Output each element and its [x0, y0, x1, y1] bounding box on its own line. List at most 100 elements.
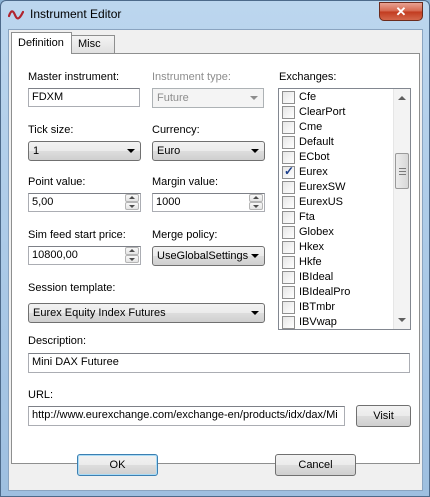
- tab-misc[interactable]: Misc: [71, 35, 115, 53]
- tick-size-value: 1: [33, 145, 40, 157]
- chevron-down-icon: [251, 254, 259, 258]
- currency-label: Currency:: [152, 124, 200, 136]
- master-instrument-label: Master instrument:: [28, 71, 120, 83]
- exchange-item-cfe[interactable]: Cfe: [281, 90, 391, 105]
- checkbox[interactable]: [282, 271, 295, 284]
- definition-panel: Master instrument: FDXM Instrument type:…: [11, 53, 420, 464]
- exchange-item-hkex[interactable]: Hkex: [281, 240, 391, 255]
- window-title: Instrument Editor: [30, 7, 122, 21]
- exchange-item-eurexus[interactable]: EurexUS: [281, 195, 391, 210]
- scroll-down-icon[interactable]: [398, 318, 406, 322]
- point-value-spinner[interactable]: 5,00: [28, 193, 141, 212]
- list-item-label: IBVwap: [299, 316, 337, 328]
- scroll-up-icon[interactable]: [398, 96, 406, 100]
- dialog-client-area: Definition Misc Master instrument: FDXM …: [8, 29, 423, 491]
- list-item-label: Hkfe: [299, 256, 322, 268]
- visit-button[interactable]: Visit: [356, 405, 411, 427]
- checkbox[interactable]: [282, 136, 295, 149]
- master-instrument-input[interactable]: FDXM: [28, 88, 140, 107]
- list-item-label: ClearPort: [299, 106, 346, 118]
- list-item-label: EurexUS: [299, 196, 344, 208]
- chevron-down-icon: [250, 96, 258, 100]
- exchanges-list[interactable]: Cfe ClearPort Cme Default ECbot Eurex Eu…: [278, 88, 411, 330]
- spin-up-icon[interactable]: [249, 194, 263, 202]
- url-input[interactable]: http://www.eurexchange.com/exchange-en/p…: [28, 406, 345, 426]
- instrument-editor-icon: [8, 10, 24, 20]
- exchanges-scrollbar[interactable]: [393, 89, 410, 329]
- checkbox[interactable]: [282, 181, 295, 194]
- exchange-item-ibidealpro[interactable]: IBIdealPro: [281, 285, 391, 300]
- checkmark-icon[interactable]: [282, 164, 295, 179]
- ok-button[interactable]: OK: [77, 454, 158, 476]
- tick-size-label: Tick size:: [28, 124, 74, 136]
- margin-value-value: 1000: [156, 196, 181, 208]
- chevron-down-icon: [251, 311, 259, 315]
- exchange-item-eurexsw[interactable]: EurexSW: [281, 180, 391, 195]
- list-item-label: Hkex: [299, 241, 325, 253]
- exchange-item-ecbot[interactable]: ECbot: [281, 150, 391, 165]
- instrument-type-label: Instrument type:: [152, 71, 231, 83]
- margin-value-label: Margin value:: [152, 176, 219, 188]
- checkbox[interactable]: [282, 226, 295, 239]
- checkbox[interactable]: [282, 151, 295, 164]
- list-item-label: Fta: [299, 211, 315, 223]
- checkbox[interactable]: [282, 301, 295, 314]
- checkbox[interactable]: [282, 91, 295, 104]
- merge-policy-value: UseGlobalSettings: [157, 250, 249, 262]
- sim-feed-start-price-spinner[interactable]: 10800,00: [28, 246, 141, 265]
- session-template-label: Session template:: [28, 282, 116, 294]
- margin-value-spinner[interactable]: 1000: [152, 193, 265, 212]
- merge-policy-select[interactable]: UseGlobalSettings: [152, 246, 265, 266]
- exchange-item-globex[interactable]: Globex: [281, 225, 391, 240]
- exchange-item-ibtmbr[interactable]: IBTmbr: [281, 300, 391, 315]
- list-item-label: IBTmbr: [299, 301, 336, 313]
- spin-up-icon[interactable]: [125, 247, 139, 255]
- chevron-down-icon: [127, 149, 135, 153]
- exchange-item-eurex[interactable]: Eurex: [281, 164, 391, 180]
- close-button[interactable]: ✕: [379, 2, 423, 21]
- checkbox[interactable]: [282, 211, 295, 224]
- session-template-select[interactable]: Eurex Equity Index Futures: [28, 303, 265, 323]
- spin-down-icon[interactable]: [125, 255, 139, 263]
- exchange-item-ibideal[interactable]: IBIdeal: [281, 270, 391, 285]
- exchange-item-default[interactable]: Default: [281, 135, 391, 150]
- close-icon: ✕: [395, 3, 407, 19]
- title-bar[interactable]: Instrument Editor ✕: [1, 1, 429, 29]
- description-input[interactable]: Mini DAX Futuree: [28, 353, 410, 373]
- list-item-label: Eurex: [299, 166, 328, 178]
- tab-definition[interactable]: Definition: [11, 32, 72, 54]
- scrollbar-thumb[interactable]: [395, 153, 409, 189]
- merge-policy-label: Merge policy:: [152, 229, 218, 241]
- sim-feed-start-price-label: Sim feed start price:: [28, 229, 126, 241]
- list-item-label: Default: [299, 136, 334, 148]
- checkbox[interactable]: [282, 241, 295, 254]
- point-value-label: Point value:: [28, 176, 86, 188]
- spin-down-icon[interactable]: [249, 202, 263, 210]
- tick-size-select[interactable]: 1: [28, 141, 141, 161]
- list-item-label: ECbot: [299, 151, 330, 163]
- exchange-item-ibvwap[interactable]: IBVwap: [281, 315, 391, 329]
- session-template-value: Eurex Equity Index Futures: [33, 307, 166, 319]
- checkbox[interactable]: [282, 286, 295, 299]
- checkbox[interactable]: [282, 196, 295, 209]
- checkbox[interactable]: [282, 256, 295, 269]
- spin-up-icon[interactable]: [125, 194, 139, 202]
- checkbox[interactable]: [282, 316, 295, 329]
- list-item-label: Cfe: [299, 91, 317, 103]
- exchange-item-fta[interactable]: Fta: [281, 210, 391, 225]
- list-item-label: Globex: [299, 226, 334, 238]
- exchange-item-clearport[interactable]: ClearPort: [281, 105, 391, 120]
- url-label: URL:: [28, 389, 54, 401]
- checkbox[interactable]: [282, 121, 295, 134]
- instrument-type-select: Future: [152, 88, 264, 108]
- list-item-label: Cme: [299, 121, 323, 133]
- currency-select[interactable]: Euro: [152, 141, 265, 161]
- description-label: Description:: [28, 335, 87, 347]
- exchange-item-cme[interactable]: Cme: [281, 120, 391, 135]
- chevron-down-icon: [251, 149, 259, 153]
- point-value-value: 5,00: [32, 196, 54, 208]
- exchange-item-hkfe[interactable]: Hkfe: [281, 255, 391, 270]
- checkbox[interactable]: [282, 106, 295, 119]
- spin-down-icon[interactable]: [125, 202, 139, 210]
- cancel-button[interactable]: Cancel: [275, 454, 356, 476]
